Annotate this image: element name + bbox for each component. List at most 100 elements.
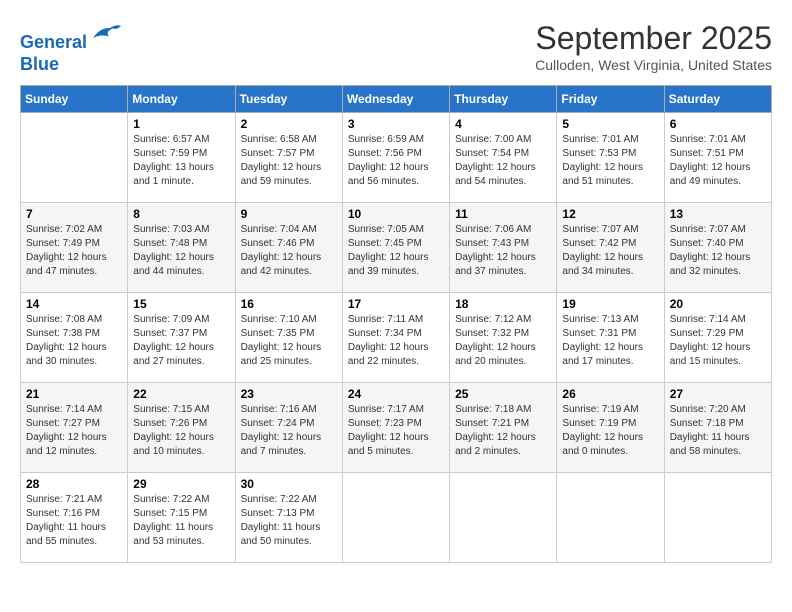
week-row-1: 1 Sunrise: 6:57 AM Sunset: 7:59 PM Daylig…: [21, 113, 772, 203]
calendar-cell: 14Sunrise: 7:08 AM Sunset: 7:38 PM Dayli…: [21, 293, 128, 383]
day-number: 21: [26, 387, 122, 401]
calendar-table: SundayMondayTuesdayWednesdayThursdayFrid…: [20, 85, 772, 563]
day-info: Sunrise: 7:07 AM Sunset: 7:42 PM Dayligh…: [562, 223, 658, 279]
day-info: Sunrise: 7:21 AM Sunset: 7:16 PM Dayligh…: [26, 493, 122, 549]
week-row-2: 7 Sunrise: 7:02 AM Sunset: 7:49 PM Daylig…: [21, 203, 772, 293]
day-number: 27: [670, 387, 766, 401]
calendar-cell: 24 Sunrise: 7:17 AM Sunset: 7:23 PM Dayli…: [342, 383, 449, 473]
day-header-wednesday: Wednesday: [342, 86, 449, 113]
day-number: 3: [348, 117, 444, 131]
calendar-cell: 17 Sunrise: 7:11 AM Sunset: 7:34 PM Dayli…: [342, 293, 449, 383]
day-info: Sunrise: 6:57 AM Sunset: 7:59 PM Dayligh…: [133, 133, 229, 189]
day-number: 11: [455, 207, 551, 221]
calendar-cell: 4 Sunrise: 7:00 AM Sunset: 7:54 PM Daylig…: [450, 113, 557, 203]
calendar-cell: 22Sunrise: 7:15 AM Sunset: 7:26 PM Dayli…: [128, 383, 235, 473]
calendar-cell: 9 Sunrise: 7:04 AM Sunset: 7:46 PM Daylig…: [235, 203, 342, 293]
day-number: 1: [133, 117, 229, 131]
day-number: 30: [241, 477, 337, 491]
calendar-cell: 25 Sunrise: 7:18 AM Sunset: 7:21 PM Dayli…: [450, 383, 557, 473]
day-header-sunday: Sunday: [21, 86, 128, 113]
calendar-cell: 18 Sunrise: 7:12 AM Sunset: 7:32 PM Dayli…: [450, 293, 557, 383]
day-number: 18: [455, 297, 551, 311]
day-header-saturday: Saturday: [664, 86, 771, 113]
day-number: 16: [241, 297, 337, 311]
week-row-4: 21 Sunrise: 7:14 AM Sunset: 7:27 PM Dayli…: [21, 383, 772, 473]
day-number: 22: [133, 387, 229, 401]
calendar-cell: 20Sunrise: 7:14 AM Sunset: 7:29 PM Dayli…: [664, 293, 771, 383]
day-number: 14: [26, 297, 122, 311]
day-header-tuesday: Tuesday: [235, 86, 342, 113]
calendar-cell: [664, 473, 771, 563]
day-info: Sunrise: 7:02 AM Sunset: 7:49 PM Dayligh…: [26, 223, 122, 279]
calendar-cell: [557, 473, 664, 563]
logo: General Blue: [20, 20, 121, 75]
location-subtitle: Culloden, West Virginia, United States: [535, 57, 772, 73]
calendar-cell: 19 Sunrise: 7:13 AM Sunset: 7:31 PM Dayli…: [557, 293, 664, 383]
day-info: Sunrise: 7:00 AM Sunset: 7:54 PM Dayligh…: [455, 133, 551, 189]
day-number: 23: [241, 387, 337, 401]
calendar-cell: 7 Sunrise: 7:02 AM Sunset: 7:49 PM Daylig…: [21, 203, 128, 293]
day-info: Sunrise: 7:14 AM Sunset: 7:27 PM Dayligh…: [26, 403, 122, 459]
day-info: Sunrise: 7:06 AM Sunset: 7:43 PM Dayligh…: [455, 223, 551, 279]
day-info: Sunrise: 7:18 AM Sunset: 7:21 PM Dayligh…: [455, 403, 551, 459]
day-info: Sunrise: 7:03 AM Sunset: 7:48 PM Dayligh…: [133, 223, 229, 279]
calendar-cell: 26 Sunrise: 7:19 AM Sunset: 7:19 PM Dayli…: [557, 383, 664, 473]
day-number: 19: [562, 297, 658, 311]
day-number: 15: [133, 297, 229, 311]
day-info: Sunrise: 7:16 AM Sunset: 7:24 PM Dayligh…: [241, 403, 337, 459]
calendar-cell: 12 Sunrise: 7:07 AM Sunset: 7:42 PM Dayli…: [557, 203, 664, 293]
day-info: Sunrise: 7:10 AM Sunset: 7:35 PM Dayligh…: [241, 313, 337, 369]
week-row-5: 28 Sunrise: 7:21 AM Sunset: 7:16 PM Dayli…: [21, 473, 772, 563]
calendar-cell: 30Sunrise: 7:22 AM Sunset: 7:13 PM Dayli…: [235, 473, 342, 563]
day-number: 25: [455, 387, 551, 401]
day-info: Sunrise: 7:19 AM Sunset: 7:19 PM Dayligh…: [562, 403, 658, 459]
calendar-cell: 1 Sunrise: 6:57 AM Sunset: 7:59 PM Daylig…: [128, 113, 235, 203]
day-number: 20: [670, 297, 766, 311]
day-number: 13: [670, 207, 766, 221]
day-number: 12: [562, 207, 658, 221]
calendar-cell: 29 Sunrise: 7:22 AM Sunset: 7:15 PM Dayli…: [128, 473, 235, 563]
calendar-cell: 5 Sunrise: 7:01 AM Sunset: 7:53 PM Daylig…: [557, 113, 664, 203]
day-info: Sunrise: 7:12 AM Sunset: 7:32 PM Dayligh…: [455, 313, 551, 369]
day-number: 7: [26, 207, 122, 221]
day-number: 9: [241, 207, 337, 221]
day-number: 28: [26, 477, 122, 491]
day-info: Sunrise: 7:05 AM Sunset: 7:45 PM Dayligh…: [348, 223, 444, 279]
day-info: Sunrise: 7:07 AM Sunset: 7:40 PM Dayligh…: [670, 223, 766, 279]
day-header-friday: Friday: [557, 86, 664, 113]
calendar-cell: 27 Sunrise: 7:20 AM Sunset: 7:18 PM Dayli…: [664, 383, 771, 473]
calendar-cell: 23 Sunrise: 7:16 AM Sunset: 7:24 PM Dayli…: [235, 383, 342, 473]
day-number: 6: [670, 117, 766, 131]
day-number: 4: [455, 117, 551, 131]
calendar-cell: [21, 113, 128, 203]
day-info: Sunrise: 7:22 AM Sunset: 7:15 PM Dayligh…: [133, 493, 229, 549]
day-number: 26: [562, 387, 658, 401]
calendar-cell: 3 Sunrise: 6:59 AM Sunset: 7:56 PM Daylig…: [342, 113, 449, 203]
day-info: Sunrise: 7:11 AM Sunset: 7:34 PM Dayligh…: [348, 313, 444, 369]
day-info: Sunrise: 6:59 AM Sunset: 7:56 PM Dayligh…: [348, 133, 444, 189]
day-number: 24: [348, 387, 444, 401]
day-header-monday: Monday: [128, 86, 235, 113]
day-info: Sunrise: 7:04 AM Sunset: 7:46 PM Dayligh…: [241, 223, 337, 279]
calendar-cell: 11 Sunrise: 7:06 AM Sunset: 7:43 PM Dayli…: [450, 203, 557, 293]
calendar-cell: 28 Sunrise: 7:21 AM Sunset: 7:16 PM Dayli…: [21, 473, 128, 563]
day-number: 8: [133, 207, 229, 221]
calendar-cell: 2Sunrise: 6:58 AM Sunset: 7:57 PM Daylig…: [235, 113, 342, 203]
day-header-thursday: Thursday: [450, 86, 557, 113]
day-info: Sunrise: 7:01 AM Sunset: 7:53 PM Dayligh…: [562, 133, 658, 189]
day-number: 2: [241, 117, 337, 131]
day-info: Sunrise: 7:13 AM Sunset: 7:31 PM Dayligh…: [562, 313, 658, 369]
day-number: 5: [562, 117, 658, 131]
calendar-cell: 8 Sunrise: 7:03 AM Sunset: 7:48 PM Daylig…: [128, 203, 235, 293]
day-number: 17: [348, 297, 444, 311]
day-info: Sunrise: 7:09 AM Sunset: 7:37 PM Dayligh…: [133, 313, 229, 369]
day-info: Sunrise: 7:17 AM Sunset: 7:23 PM Dayligh…: [348, 403, 444, 459]
day-number: 29: [133, 477, 229, 491]
calendar-cell: 10Sunrise: 7:05 AM Sunset: 7:45 PM Dayli…: [342, 203, 449, 293]
day-info: Sunrise: 7:20 AM Sunset: 7:18 PM Dayligh…: [670, 403, 766, 459]
calendar-cell: 15 Sunrise: 7:09 AM Sunset: 7:37 PM Dayli…: [128, 293, 235, 383]
month-title: September 2025: [535, 20, 772, 57]
logo-text: General Blue: [20, 20, 121, 75]
logo-bird-icon: [89, 20, 121, 48]
calendar-cell: 13 Sunrise: 7:07 AM Sunset: 7:40 PM Dayli…: [664, 203, 771, 293]
